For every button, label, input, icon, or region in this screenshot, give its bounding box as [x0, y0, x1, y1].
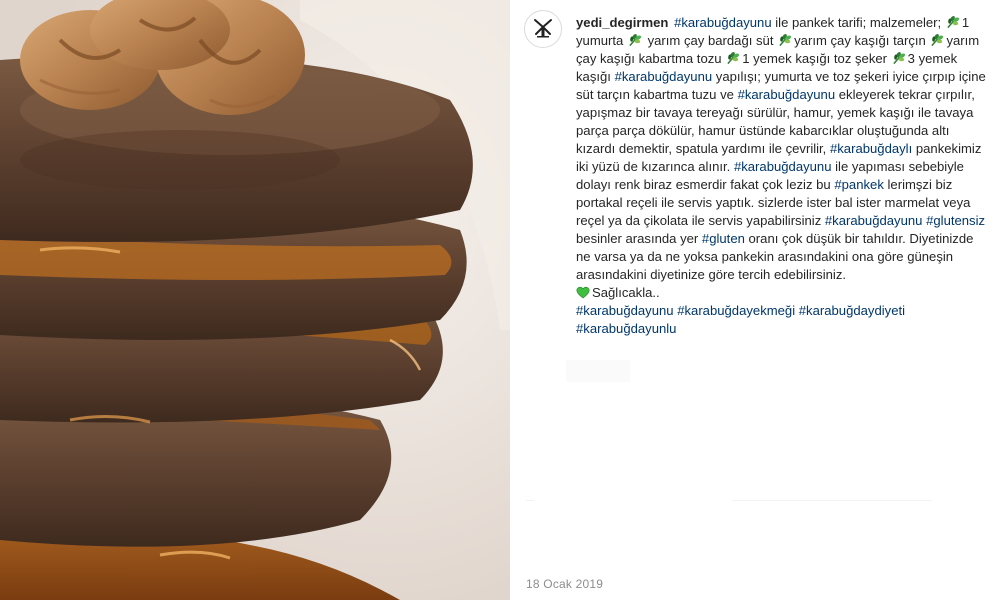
post-date[interactable]: 18 Ocak 2019	[526, 577, 603, 591]
hashtag-link[interactable]: #karabuğdayekmeği	[677, 303, 795, 318]
caption-text: yarım çay bardağı süt	[643, 33, 778, 48]
hashtag-link[interactable]: #karabuğdayunu	[738, 87, 836, 102]
caption-text: 1 yemek kaşığı toz şeker	[742, 51, 891, 66]
hashtag-link[interactable]: #karabuğdayunu	[825, 213, 923, 228]
divider	[526, 500, 534, 501]
hashtag-link[interactable]: #pankek	[834, 177, 884, 192]
green-heart-icon	[576, 286, 590, 299]
hashtag-link[interactable]: #karabuğdayunu	[674, 15, 772, 30]
caption-text: yarım çay kaşığı tarçın	[794, 33, 930, 48]
wheat-icon	[930, 33, 945, 47]
post-photo[interactable]	[0, 0, 510, 600]
hashtag-link[interactable]: #karabuğdaylı	[830, 141, 912, 156]
caption-text: ile pankek tarifi; malzemeler;	[771, 15, 945, 30]
username-link[interactable]: yedi_degirmen	[576, 15, 668, 30]
wheat-icon	[628, 33, 643, 47]
pancake-stack-image	[0, 0, 510, 600]
hashtag-link[interactable]: #karabuğdayunu	[615, 69, 713, 84]
divider	[732, 500, 932, 501]
hashtag-link[interactable]: #glutensiz	[926, 213, 985, 228]
caption-text: Sağlıcakla..	[592, 285, 660, 300]
post-caption: yedi_degirmen #karabuğdayunu ile pankek …	[576, 14, 991, 338]
hashtag-link[interactable]: #gluten	[702, 231, 745, 246]
wheat-icon	[892, 51, 907, 65]
wheat-icon	[946, 15, 961, 29]
hashtag-link[interactable]: #karabuğdayunu	[734, 159, 832, 174]
post-details-panel: yedi_degirmen #karabuğdayunu ile pankek …	[510, 0, 1000, 600]
hashtag-link[interactable]: #karabuğdayunlu	[576, 321, 676, 336]
caption-text: besinler arasında yer	[576, 231, 702, 246]
wheat-icon	[726, 51, 741, 65]
wheat-icon	[778, 33, 793, 47]
windmill-logo-icon	[534, 19, 552, 38]
placeholder-bar	[566, 360, 630, 382]
avatar[interactable]	[524, 10, 562, 48]
hashtag-link[interactable]: #karabuğdaydiyeti	[799, 303, 905, 318]
caption-body: #karabuğdayunu ile pankek tarifi; malzem…	[576, 15, 986, 336]
hashtag-link[interactable]: #karabuğdayunu	[576, 303, 674, 318]
